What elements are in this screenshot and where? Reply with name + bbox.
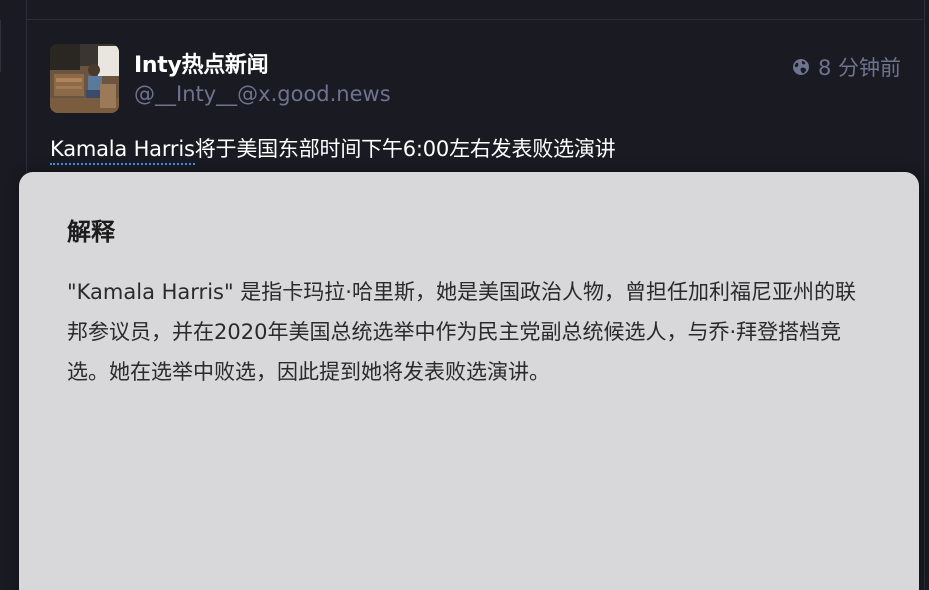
post-divider xyxy=(26,19,923,20)
explanation-title: 解释 xyxy=(67,218,115,246)
avatar-image xyxy=(50,44,119,113)
left-column-edge xyxy=(0,20,1,72)
explanation-panel: 解释 "Kamala Harris" 是指卡玛拉·哈里斯，她是美国政治人物，曾担… xyxy=(19,172,919,590)
post-content: Kamala Harris将于美国东部时间下午6:00左右发表败选演讲 xyxy=(50,133,616,165)
timestamp-label: 8 分钟前 xyxy=(817,56,901,80)
globe-icon xyxy=(792,59,809,75)
avatar[interactable] xyxy=(50,44,119,113)
post-timestamp[interactable]: 8 分钟前 xyxy=(792,52,901,82)
post-content-rest: 将于美国东部时间下午6:00左右发表败选演讲 xyxy=(194,137,616,161)
explanation-body: "Kamala Harris" 是指卡玛拉·哈里斯，她是美国政治人物，曾担任加利… xyxy=(67,280,856,384)
page: Inty热点新闻 @__Inty__@x.good.news 8 分钟前 Kam… xyxy=(0,0,929,590)
display-name[interactable]: Inty热点新闻 xyxy=(134,47,269,79)
explained-term-link[interactable]: Kamala Harris xyxy=(50,137,195,165)
account-handle[interactable]: @__Inty__@x.good.news xyxy=(134,82,391,106)
